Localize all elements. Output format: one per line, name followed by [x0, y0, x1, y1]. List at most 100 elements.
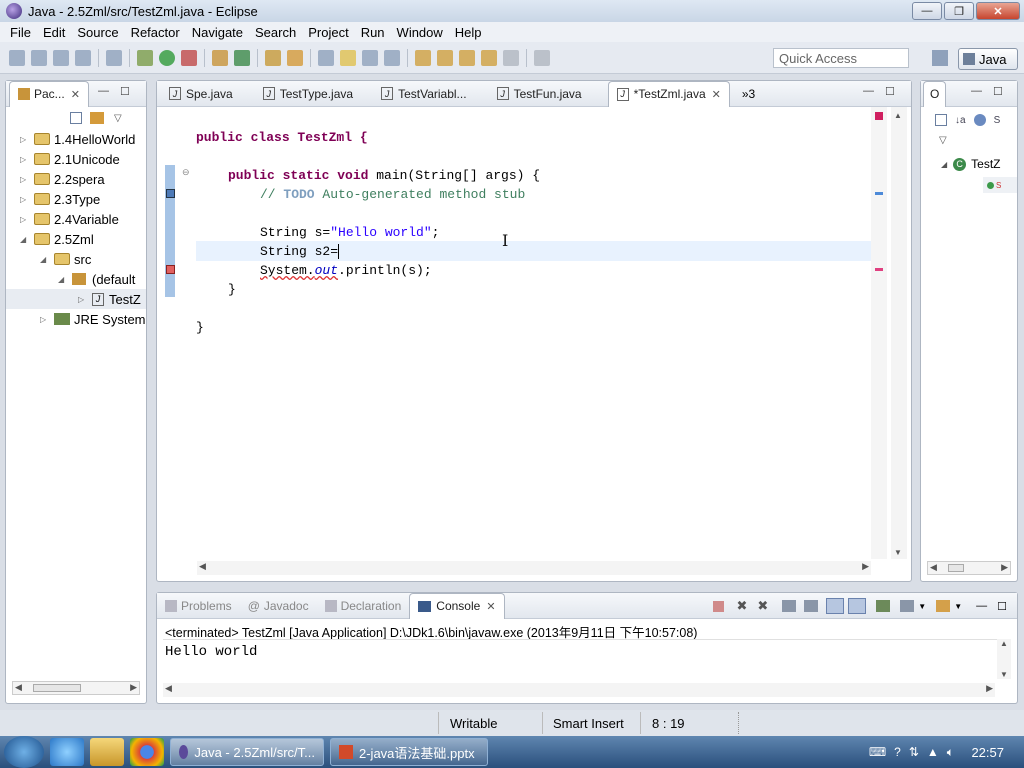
collapse-all-icon[interactable]: [935, 114, 947, 126]
tree-item[interactable]: ▷ 2.1Unicode: [6, 149, 146, 169]
sort-icon[interactable]: ↓a: [955, 115, 966, 126]
minimize-button[interactable]: —: [912, 2, 942, 20]
chrome-icon[interactable]: [130, 738, 164, 766]
skip-breakpoints-icon[interactable]: [106, 49, 122, 66]
remove-all-icon[interactable]: ✖: [757, 598, 768, 614]
next-annotation-icon[interactable]: [415, 49, 431, 66]
open-type-icon[interactable]: [265, 49, 281, 66]
horizontal-scrollbar[interactable]: ◀ ▶: [197, 561, 871, 575]
vertical-scrollbar[interactable]: ▲ ▼: [891, 107, 907, 559]
tab-declaration[interactable]: Declaration: [317, 593, 410, 619]
quick-access-input[interactable]: Quick Access: [773, 48, 909, 68]
back-icon[interactable]: [481, 49, 497, 66]
tree-item[interactable]: ▷ JRE System: [6, 309, 146, 329]
minimize-icon[interactable]: —: [971, 85, 982, 97]
scroll-lock-icon[interactable]: [804, 600, 819, 612]
open-perspective-icon[interactable]: [932, 50, 948, 66]
close-button[interactable]: ✕: [976, 2, 1020, 20]
start-button[interactable]: [4, 736, 44, 768]
tab-package-explorer[interactable]: Pac... ✕: [9, 80, 89, 107]
remove-launch-icon[interactable]: ✖: [736, 598, 747, 614]
network-icon[interactable]: ⇅: [909, 745, 919, 760]
show-stderr-icon[interactable]: [848, 598, 867, 614]
maximize-icon[interactable]: ☐: [885, 85, 895, 98]
save-all-icon[interactable]: [53, 49, 69, 66]
toggle-highlight-icon[interactable]: [340, 49, 356, 66]
help-icon[interactable]: ?: [894, 745, 901, 760]
more-tabs-button[interactable]: »3: [742, 87, 755, 101]
tab-testzml-java[interactable]: J *TestZml.java ✕: [607, 80, 730, 107]
menu-window[interactable]: Window: [397, 25, 443, 40]
previous-annotation-icon[interactable]: [437, 49, 453, 66]
menu-project[interactable]: Project: [308, 25, 348, 40]
save-icon[interactable]: [31, 49, 47, 66]
menu-edit[interactable]: Edit: [43, 25, 65, 40]
tree-item[interactable]: ▷ J TestZ: [6, 289, 146, 309]
tree-item[interactable]: ▷ 1.4HelloWorld: [6, 129, 146, 149]
tree-item[interactable]: ◢ src: [6, 249, 146, 269]
volume-icon[interactable]: 🔈︎: [947, 745, 954, 760]
menu-navigate[interactable]: Navigate: [192, 25, 243, 40]
view-menu-icon[interactable]: ▽: [939, 135, 947, 146]
toggle-mark-occurrences-icon[interactable]: [318, 49, 334, 66]
horizontal-scrollbar[interactable]: ◀ ▶: [163, 683, 995, 697]
new-java-class-icon[interactable]: [234, 49, 250, 66]
method-icon[interactable]: S: [983, 177, 1017, 193]
new-java-package-icon[interactable]: [212, 49, 228, 66]
last-edit-location-icon[interactable]: [459, 49, 475, 66]
tab-testvariabl-java[interactable]: J TestVariabl...: [373, 81, 474, 107]
new-icon[interactable]: [9, 49, 25, 66]
tab-javadoc[interactable]: @ Javadoc: [240, 593, 317, 619]
code-editor[interactable]: ⊖ public class TestZml { public static v…: [158, 107, 877, 559]
tab-outline[interactable]: O: [923, 80, 947, 107]
clock[interactable]: 22:57: [971, 745, 1004, 760]
horizontal-scrollbar[interactable]: ◀ ▶: [927, 561, 1011, 575]
console-output[interactable]: Hello world: [163, 639, 997, 679]
vertical-scrollbar[interactable]: ▲ ▼: [997, 639, 1011, 679]
hide-static-icon[interactable]: S: [994, 115, 1001, 126]
maximize-button[interactable]: ❐: [944, 2, 974, 20]
show-stdout-icon[interactable]: [826, 598, 845, 614]
block-selection-icon[interactable]: [362, 49, 378, 66]
ie-icon[interactable]: [50, 738, 84, 766]
tree-item[interactable]: ▷ 2.4Variable: [6, 209, 146, 229]
taskbar-item-eclipse[interactable]: Java - 2.5Zml/src/T...: [170, 738, 324, 766]
menu-help[interactable]: Help: [455, 25, 482, 40]
minimize-icon[interactable]: —: [863, 85, 874, 97]
tree-item[interactable]: ▷ 2.2spera: [6, 169, 146, 189]
menu-search[interactable]: Search: [255, 25, 296, 40]
minimize-icon[interactable]: —: [98, 85, 109, 97]
maximize-icon[interactable]: ☐: [997, 600, 1007, 613]
debug-icon[interactable]: [137, 49, 153, 66]
print-icon[interactable]: [75, 49, 91, 66]
tab-problems[interactable]: Problems: [157, 593, 240, 619]
view-menu-icon[interactable]: ▽: [114, 113, 122, 124]
keyboard-icon[interactable]: ⌨: [869, 745, 886, 760]
link-with-editor-icon[interactable]: [90, 112, 104, 124]
clear-console-icon[interactable]: [782, 600, 797, 612]
tree-item[interactable]: ▷ 2.3Type: [6, 189, 146, 209]
show-hidden-icon[interactable]: ▲: [927, 745, 939, 760]
tree-item[interactable]: ◢ 2.5Zml: [6, 229, 146, 249]
menu-file[interactable]: File: [10, 25, 31, 40]
tab-console[interactable]: Console ✕: [409, 592, 505, 619]
task-marker-icon[interactable]: [166, 189, 175, 198]
forward-icon[interactable]: [503, 49, 519, 66]
maximize-icon[interactable]: ☐: [993, 85, 1003, 98]
tab-testtype-java[interactable]: J TestType.java: [255, 81, 361, 107]
show-whitespace-icon[interactable]: [384, 49, 400, 66]
fold-toggle-icon[interactable]: ⊖: [182, 167, 190, 178]
horizontal-scrollbar[interactable]: ◀ ▶: [12, 681, 140, 695]
explorer-icon[interactable]: [90, 738, 124, 766]
close-icon[interactable]: ✕: [712, 88, 721, 101]
terminate-icon[interactable]: [713, 600, 725, 612]
overview-ruler[interactable]: [871, 107, 887, 559]
close-icon[interactable]: ✕: [486, 600, 495, 613]
display-console-icon[interactable]: [900, 600, 915, 612]
pin-editor-icon[interactable]: [534, 49, 550, 66]
minimize-icon[interactable]: —: [976, 600, 987, 612]
outline-item[interactable]: ◢ C TestZ: [941, 157, 1001, 171]
hide-fields-icon[interactable]: [973, 114, 986, 126]
menu-source[interactable]: Source: [77, 25, 118, 40]
maximize-icon[interactable]: ☐: [120, 85, 130, 98]
